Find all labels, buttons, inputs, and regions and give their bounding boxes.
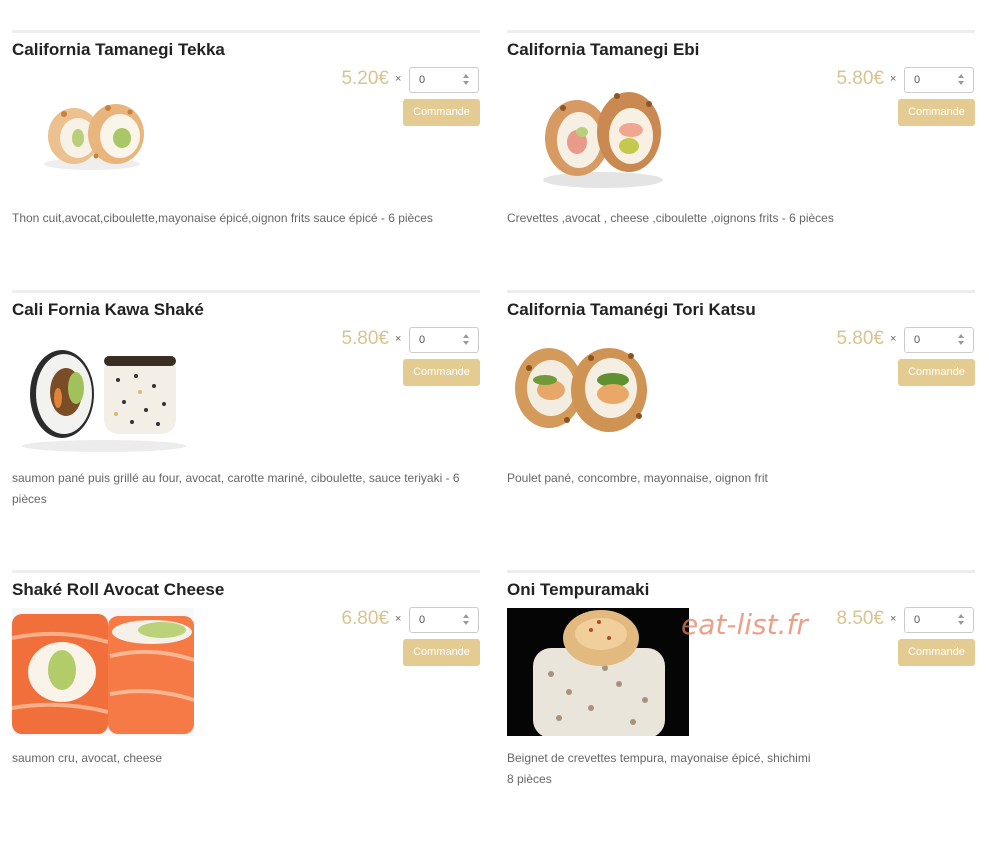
description-line: Beignet de crevettes tempura, mayonaise … — [507, 751, 811, 765]
product-card: California Tamanégi Tori Katsu 5.80€ × 0 — [507, 290, 975, 550]
product-price: 5.80€ — [341, 328, 389, 349]
chevron-up-icon[interactable] — [463, 334, 469, 338]
product-title: Shaké Roll Avocat Cheese — [12, 580, 225, 599]
card-divider — [507, 290, 975, 293]
spinner-arrows-icon[interactable] — [463, 332, 471, 348]
chevron-down-icon[interactable] — [463, 81, 469, 85]
quantity-stepper[interactable]: 0 — [409, 327, 479, 353]
product-card: California Tamanegi Ebi 5.80€ × 0 Comman… — [507, 30, 975, 290]
quantity-stepper[interactable]: 0 — [409, 67, 479, 93]
multiply-sign: × — [395, 333, 402, 345]
quantity-value: 0 — [419, 614, 426, 626]
order-button[interactable]: Commande — [403, 639, 480, 666]
product-card: Shaké Roll Avocat Cheese 6.80€ × 0 Comma… — [12, 570, 480, 830]
product-title: Cali Fornia Kawa Shaké — [12, 300, 204, 319]
spinner-arrows-icon[interactable] — [958, 72, 966, 88]
chevron-up-icon[interactable] — [958, 74, 964, 78]
product-card: Cali Fornia Kawa Shaké 5.80€ × 0 Command… — [12, 290, 480, 550]
product-price: 8.50€ — [836, 608, 884, 629]
order-button[interactable]: Commande — [403, 359, 480, 386]
multiply-sign: × — [890, 613, 897, 625]
chevron-up-icon[interactable] — [463, 74, 469, 78]
spinner-arrows-icon[interactable] — [463, 612, 471, 628]
product-description: saumon pané puis grillé au four, avocat,… — [12, 471, 460, 506]
quantity-value: 0 — [914, 74, 921, 86]
product-image[interactable] — [12, 608, 194, 736]
chevron-down-icon[interactable] — [958, 621, 964, 625]
spinner-arrows-icon[interactable] — [958, 332, 966, 348]
chevron-down-icon[interactable] — [958, 341, 964, 345]
order-button[interactable]: Commande — [898, 639, 975, 666]
quantity-value: 0 — [914, 334, 921, 346]
card-divider — [12, 570, 480, 573]
product-description: Beignet de crevettes tempura, mayonaise … — [507, 748, 975, 790]
product-description: saumon cru, avocat, cheese — [12, 751, 163, 765]
product-image[interactable] — [507, 328, 689, 456]
quantity-stepper[interactable]: 0 — [904, 327, 974, 353]
product-card: California Tamanegi Tekka 5.20€ × 0 Comm… — [12, 30, 480, 290]
order-button[interactable]: Commande — [403, 99, 480, 126]
product-title: California Tamanegi Ebi — [507, 40, 700, 59]
card-divider — [12, 290, 480, 293]
product-title: California Tamanégi Tori Katsu — [507, 300, 756, 319]
card-divider — [12, 30, 480, 33]
order-button[interactable]: Commande — [898, 99, 975, 126]
product-description: Poulet pané, concombre, mayonnaise, oign… — [507, 471, 768, 485]
product-image[interactable] — [507, 608, 689, 736]
product-price: 5.20€ — [341, 68, 389, 89]
product-image[interactable] — [12, 68, 194, 196]
order-button[interactable]: Commande — [898, 359, 975, 386]
description-line: 8 pièces — [507, 772, 552, 786]
quantity-stepper[interactable]: 0 — [409, 607, 479, 633]
quantity-stepper[interactable]: 0 — [904, 607, 974, 633]
product-description: Thon cuit,avocat,ciboulette,mayonaise ép… — [12, 211, 433, 225]
card-divider — [507, 570, 975, 573]
multiply-sign: × — [395, 613, 402, 625]
quantity-value: 0 — [914, 614, 921, 626]
chevron-down-icon[interactable] — [958, 81, 964, 85]
quantity-value: 0 — [419, 334, 426, 346]
product-grid: California Tamanegi Tekka 5.20€ × 0 Comm… — [0, 0, 989, 855]
product-price: 5.80€ — [836, 328, 884, 349]
product-price: 6.80€ — [341, 608, 389, 629]
quantity-value: 0 — [419, 74, 426, 86]
product-image[interactable] — [12, 328, 194, 456]
multiply-sign: × — [890, 73, 897, 85]
multiply-sign: × — [890, 333, 897, 345]
product-price: 5.80€ — [836, 68, 884, 89]
chevron-up-icon[interactable] — [463, 614, 469, 618]
chevron-down-icon[interactable] — [463, 621, 469, 625]
chevron-up-icon[interactable] — [958, 334, 964, 338]
spinner-arrows-icon[interactable] — [958, 612, 966, 628]
chevron-down-icon[interactable] — [463, 341, 469, 345]
chevron-up-icon[interactable] — [958, 614, 964, 618]
product-image[interactable] — [507, 68, 689, 196]
card-divider — [507, 30, 975, 33]
watermark: eat-list.fr — [681, 608, 808, 641]
quantity-stepper[interactable]: 0 — [904, 67, 974, 93]
spinner-arrows-icon[interactable] — [463, 72, 471, 88]
multiply-sign: × — [395, 73, 402, 85]
product-title: Oni Tempuramaki — [507, 580, 650, 599]
product-title: California Tamanegi Tekka — [12, 40, 225, 59]
product-description: Crevettes ,avocat , cheese ,ciboulette ,… — [507, 211, 834, 225]
